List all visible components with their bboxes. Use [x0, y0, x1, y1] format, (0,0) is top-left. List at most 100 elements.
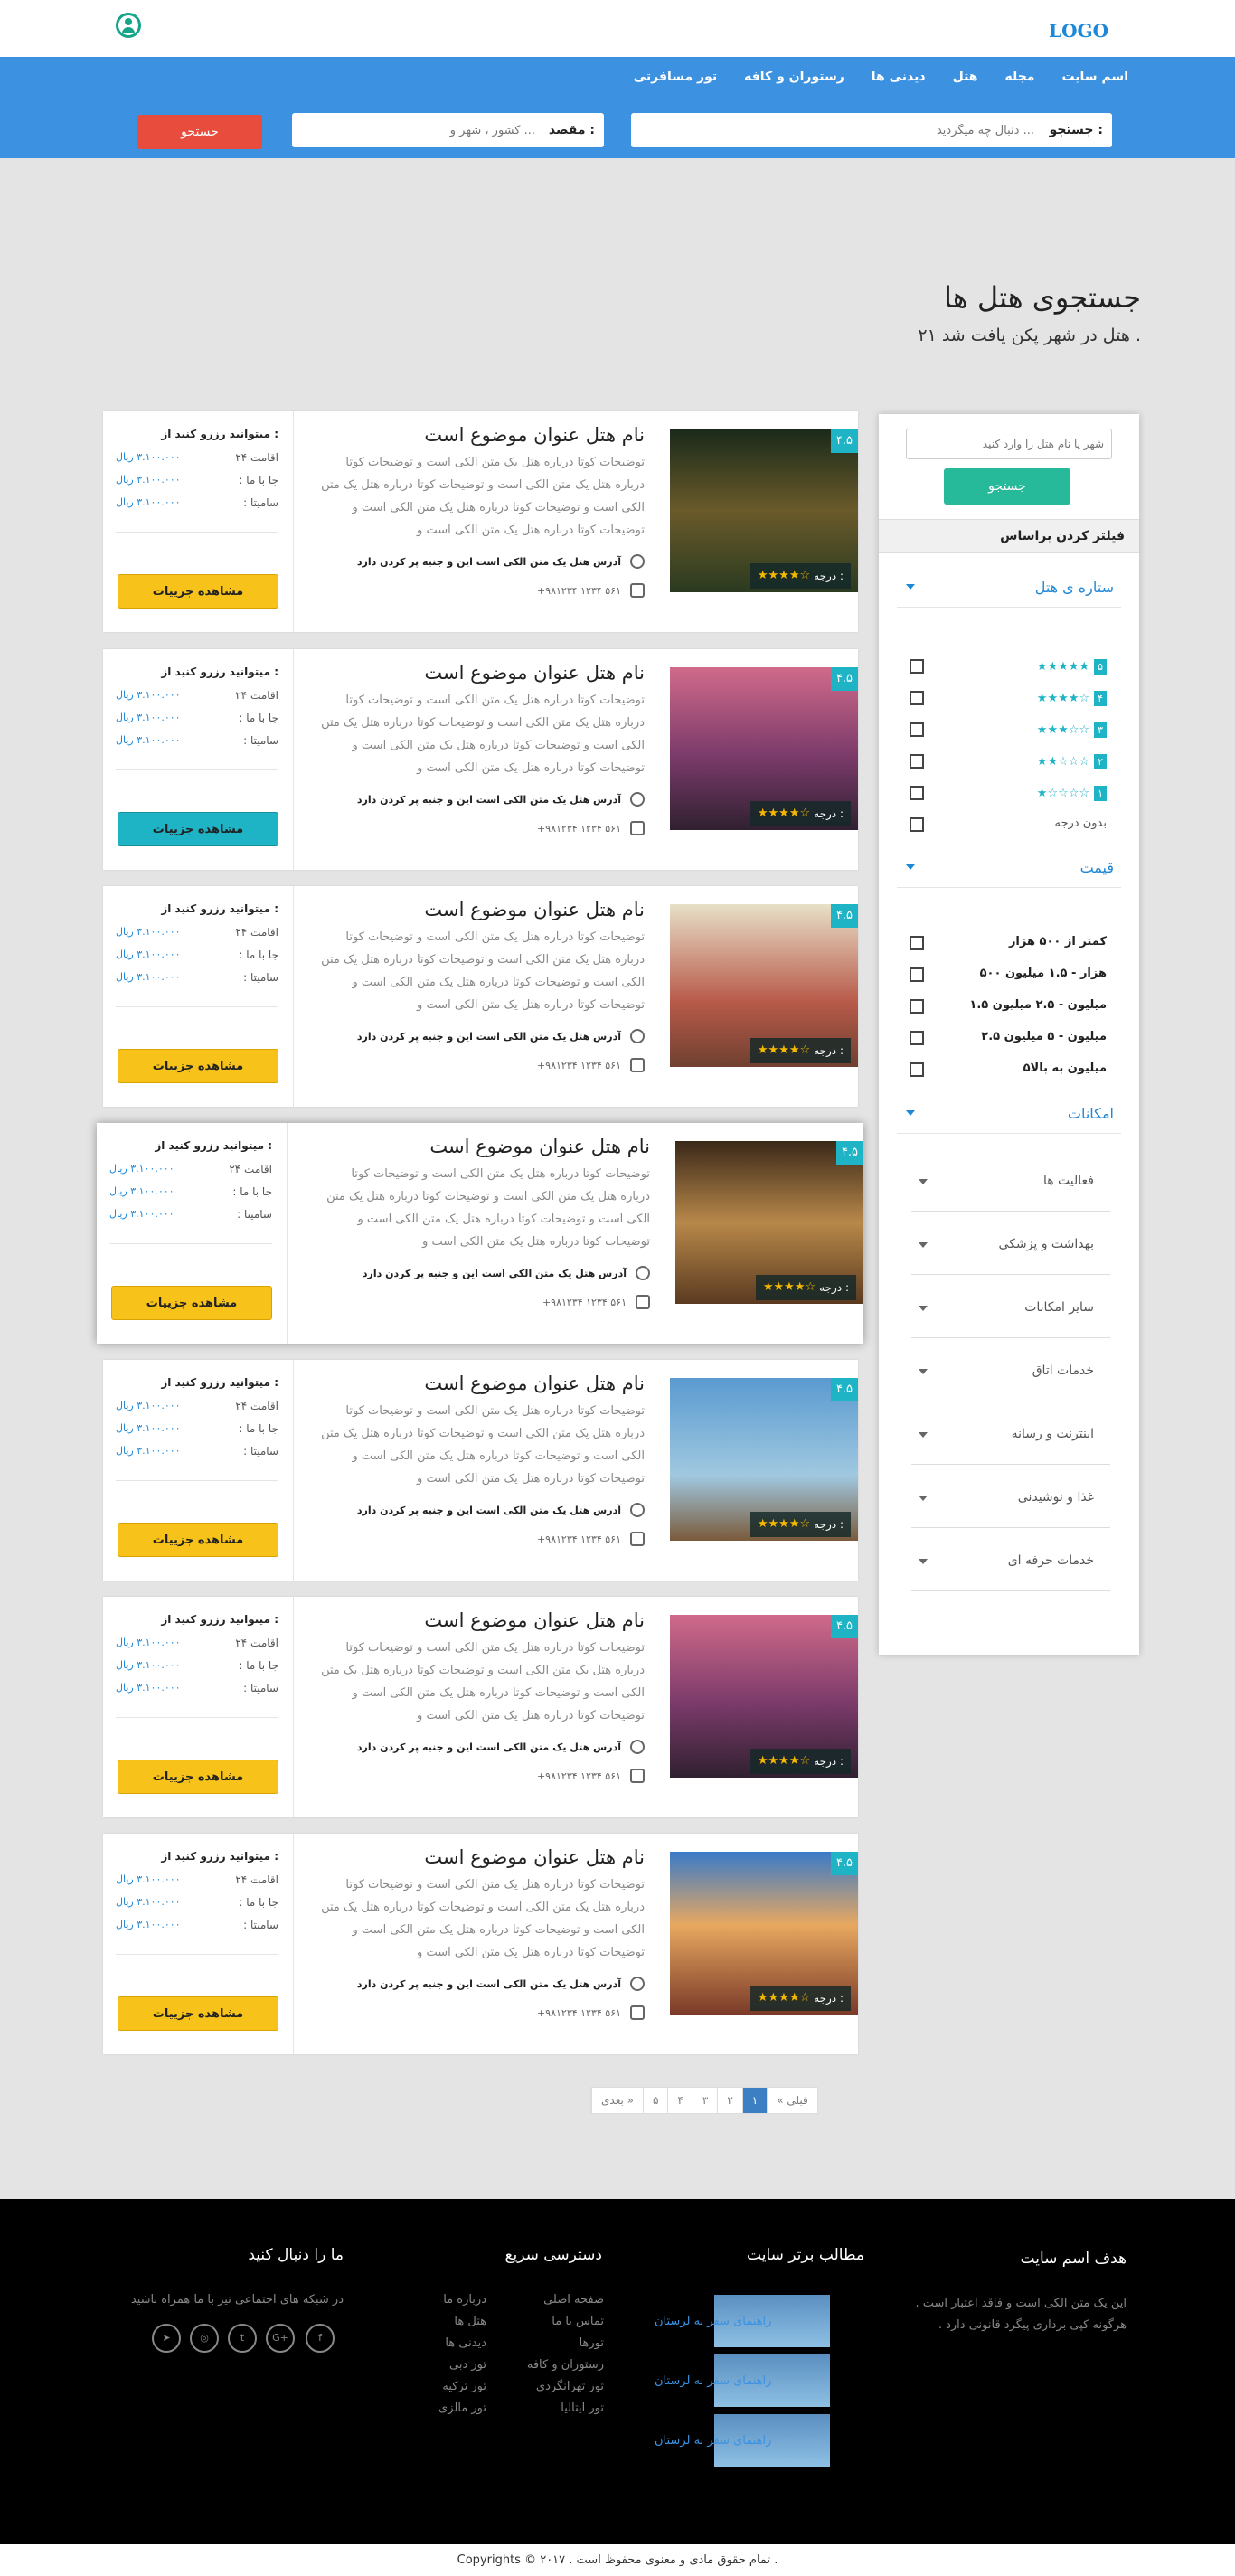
footer-link[interactable]: تور ترکیه — [438, 2376, 486, 2398]
page-title: جستجوی هتل ها — [944, 280, 1141, 315]
search-button[interactable]: جستجو — [137, 115, 262, 149]
price-filter-3[interactable]: ۱.۵ میلیون - ۲.۵ میلیون — [897, 993, 1121, 1020]
sidebar-search-button[interactable]: جستجو — [944, 468, 1070, 505]
telegram-icon[interactable]: ➤ — [152, 2324, 181, 2353]
details-button[interactable]: مشاهده جزییات — [118, 1523, 278, 1557]
checkbox[interactable] — [910, 691, 924, 705]
hotel-card[interactable]: ۴.۵ درجه : ★★★★☆ نام هتل عنوان موضوع است … — [103, 1360, 858, 1581]
checkbox[interactable] — [910, 1031, 924, 1045]
page-next[interactable]: « قبلی — [767, 2088, 817, 2113]
phone-text: +۹۸۱۲۳۴ ۱۲۳۴ ۵۶۱ — [542, 1296, 627, 1308]
nav-item-sights[interactable]: دیدنی ها — [872, 70, 926, 84]
checkbox[interactable] — [910, 722, 924, 737]
amenity-label: فعالیت ها — [1042, 1174, 1094, 1188]
star-filter-3[interactable]: ۳ ★★★☆☆ — [897, 716, 1121, 743]
hotel-title[interactable]: نام هتل عنوان موضوع است — [429, 1136, 650, 1157]
search-input[interactable] — [655, 120, 1034, 140]
hotel-title[interactable]: نام هتل عنوان موضوع است — [424, 899, 645, 920]
price-filter-1[interactable]: کمتر از ۵۰۰ هزار — [897, 929, 1121, 957]
price-section-header[interactable]: قیمت — [897, 848, 1121, 888]
hotel-title[interactable]: نام هتل عنوان موضوع است — [424, 1609, 645, 1631]
post-link-2[interactable]: راهنمای سفر به لرستان — [655, 2374, 771, 2388]
checkbox[interactable] — [910, 1062, 924, 1077]
hotel-title[interactable]: نام هتل عنوان موضوع است — [424, 1373, 645, 1394]
footer-link[interactable]: تور دبی — [438, 2354, 486, 2376]
star-filter-5[interactable]: ۵ ★★★★★ — [897, 653, 1121, 680]
footer-link[interactable]: درباره ما — [438, 2289, 486, 2311]
hotel-card[interactable]: ۴.۵ درجه : ★★★★☆ نام هتل عنوان موضوع است … — [103, 886, 858, 1107]
page-1[interactable]: ۱ — [741, 2088, 768, 2113]
checkbox[interactable] — [910, 659, 924, 674]
page-5[interactable]: ۵ — [642, 2088, 667, 2113]
page-3[interactable]: ۳ — [692, 2088, 717, 2113]
details-button[interactable]: مشاهده جزییات — [118, 1996, 278, 2031]
hotel-name-input[interactable] — [906, 429, 1112, 459]
amenity-other[interactable]: سایر امکانات — [911, 1275, 1110, 1338]
checkbox[interactable] — [910, 817, 924, 832]
amenity-internet[interactable]: اینترنت و رسانه — [911, 1401, 1110, 1465]
details-button[interactable]: مشاهده جزییات — [118, 1760, 278, 1794]
checkbox[interactable] — [910, 967, 924, 982]
price-filter-4[interactable]: ۲.۵ میلیون - ۵ میلیون — [897, 1024, 1121, 1052]
nav-item-tour[interactable]: تور مسافرتی — [634, 70, 717, 84]
nav-item-restaurant[interactable]: رستوران و کافه — [744, 70, 844, 84]
twitter-icon[interactable]: t — [228, 2324, 257, 2353]
checkbox[interactable] — [910, 999, 924, 1014]
nav-item-magazine[interactable]: مجله — [1005, 70, 1035, 84]
post-link-1[interactable]: راهنمای سفر به لرستان — [655, 2315, 771, 2328]
logo[interactable]: LOGO — [1049, 20, 1108, 42]
page-4[interactable]: ۴ — [667, 2088, 692, 2113]
hotel-title[interactable]: نام هتل عنوان موضوع است — [424, 1846, 645, 1868]
hotel-title[interactable]: نام هتل عنوان موضوع است — [424, 424, 645, 446]
star-filter-none[interactable]: بدون درجه — [897, 811, 1121, 838]
nav-item-hotel[interactable]: هتل — [953, 70, 978, 84]
footer-link[interactable]: صفحه اصلی — [527, 2289, 604, 2311]
footer-link[interactable]: دیدنی ها — [438, 2333, 486, 2354]
price-filter-2[interactable]: ۵۰۰ هزار - ۱.۵ میلیون — [897, 961, 1121, 988]
amenities-section-header[interactable]: امکانات — [897, 1094, 1121, 1134]
hotel-card[interactable]: ۴.۵ درجه : ★★★★☆ نام هتل عنوان موضوع است … — [103, 1597, 858, 1817]
details-button[interactable]: مشاهده جزییات — [118, 574, 278, 609]
facebook-icon[interactable]: f — [306, 2324, 335, 2353]
footer-link[interactable]: تور تهرانگردی — [527, 2376, 604, 2398]
google-plus-icon[interactable]: G+ — [266, 2324, 295, 2353]
details-button[interactable]: مشاهده جزییات — [118, 1049, 278, 1083]
stars-section-header[interactable]: ستاره ی هتل — [897, 568, 1121, 608]
nav-item-site[interactable]: اسم سایت — [1061, 70, 1128, 84]
amenity-activities[interactable]: فعالیت ها — [911, 1148, 1110, 1212]
star-filter-1[interactable]: ۱ ★☆☆☆☆ — [897, 779, 1121, 807]
price-filter-5[interactable]: ۵میلیون به بالا — [897, 1056, 1121, 1083]
star-filter-4[interactable]: ۴ ★★★★☆ — [897, 684, 1121, 712]
details-button[interactable]: مشاهده جزییات — [118, 812, 278, 846]
checkbox[interactable] — [910, 754, 924, 769]
footer-link[interactable]: تور ایتالیا — [527, 2398, 604, 2420]
footer-link[interactable]: تور مالزی — [438, 2398, 486, 2420]
destination-input[interactable] — [309, 120, 535, 140]
hotel-card[interactable]: ۴.۵ درجه : ★★★★☆ نام هتل عنوان موضوع است … — [103, 411, 858, 632]
amenity-professional[interactable]: خدمات حرفه ای — [911, 1528, 1110, 1591]
page-2[interactable]: ۲ — [717, 2088, 741, 2113]
amenity-room-service[interactable]: خدمات اتاق — [911, 1338, 1110, 1401]
details-button[interactable]: مشاهده جزییات — [111, 1286, 272, 1320]
amenity-health[interactable]: بهداشت و پزشکی — [911, 1212, 1110, 1275]
user-icon[interactable] — [116, 13, 141, 38]
hotel-card[interactable]: ۴.۵ درجه : ★★★★☆ نام هتل عنوان موضوع است … — [103, 649, 858, 870]
hotel-title[interactable]: نام هتل عنوان موضوع است — [424, 662, 645, 684]
footer-link[interactable]: تماس با ما — [527, 2311, 604, 2333]
star-filter-2[interactable]: ۲ ★★☆☆☆ — [897, 748, 1121, 775]
hotel-card[interactable]: ۴.۵ درجه : ★★★★☆ نام هتل عنوان موضوع است … — [103, 1834, 858, 2054]
hotel-phone: +۹۸۱۲۳۴ ۱۲۳۴ ۵۶۱ — [542, 1295, 650, 1309]
hotel-card[interactable]: ۴.۵ درجه : ★★★★☆ نام هتل عنوان موضوع است … — [97, 1123, 863, 1344]
instagram-icon[interactable]: ◎ — [190, 2324, 219, 2353]
checkbox[interactable] — [910, 936, 924, 950]
amenity-food[interactable]: غذا و نوشیدنی — [911, 1465, 1110, 1528]
footer-link[interactable]: هتل ها — [438, 2311, 486, 2333]
page-prev[interactable]: بعدی » — [591, 2088, 643, 2113]
location-icon — [630, 1740, 645, 1754]
post-link-3[interactable]: راهنمای سفر به لرستان — [655, 2434, 771, 2448]
footer-link[interactable]: رستوران و کافه — [527, 2354, 604, 2376]
price-value: ۳.۱۰۰.۰۰۰ ریال — [109, 1185, 174, 1197]
footer-link[interactable]: تورها — [527, 2333, 604, 2354]
price-heading: میتوانید رزرو کنید از : — [161, 902, 278, 915]
checkbox[interactable] — [910, 786, 924, 800]
